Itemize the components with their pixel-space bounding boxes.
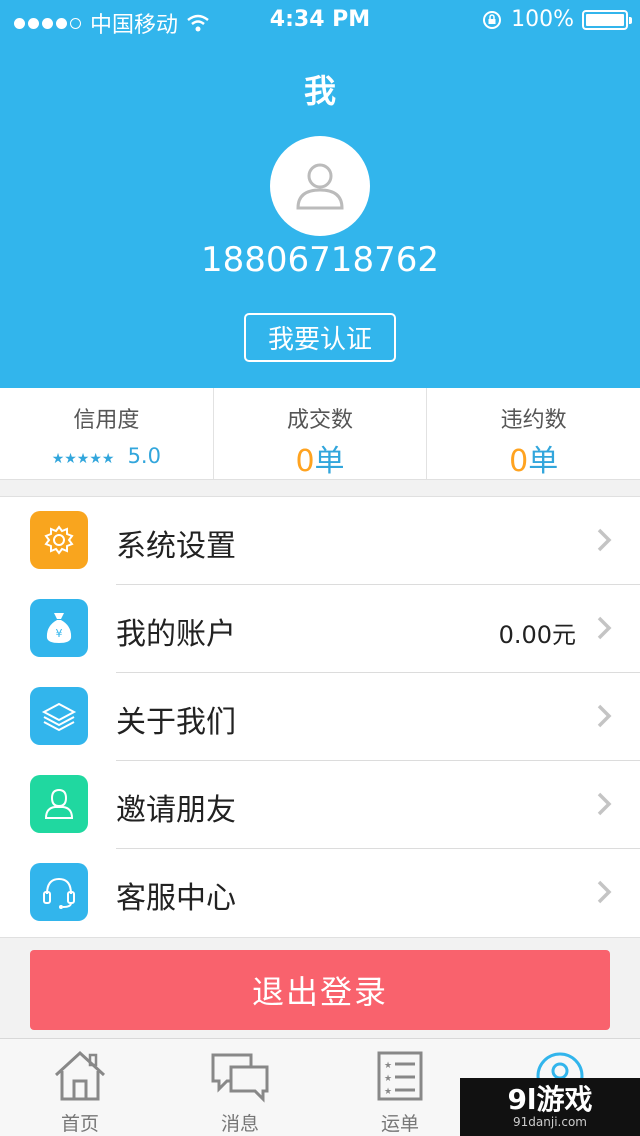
logout-button[interactable]: 退出登录 — [30, 950, 610, 1030]
stats-row: 信用度 ★★★★★ 5.0 成交数 0单 违约数 0单 — [0, 388, 640, 480]
stat-label: 信用度 — [73, 408, 140, 433]
stat-label: 违约数 — [500, 408, 567, 433]
menu-item-label: 系统设置 — [116, 529, 236, 564]
gear-icon — [30, 511, 88, 569]
battery-percent: 100% — [511, 7, 574, 32]
tab-label: 首页 — [60, 1113, 99, 1135]
menu-item-label: 关于我们 — [116, 705, 236, 740]
avatar[interactable] — [270, 136, 370, 236]
page-title: 我 — [303, 72, 336, 110]
chevron-right-icon — [597, 528, 612, 552]
star-rating-icon: ★★★★★ — [51, 451, 115, 467]
menu-item-settings[interactable]: 系统设置 — [0, 497, 640, 585]
svg-text:★: ★ — [384, 1087, 392, 1097]
chevron-right-icon — [597, 616, 612, 640]
tab-label: 消息 — [220, 1113, 259, 1135]
chat-icon — [211, 1053, 269, 1103]
user-phone: 18806718762 — [201, 240, 439, 280]
user-icon — [296, 163, 344, 210]
chevron-right-icon — [597, 792, 612, 816]
profile-header: 中国移动 4:34 PM 100% 我 18806718762 我要认证 — [0, 0, 640, 388]
headset-icon — [30, 863, 88, 921]
credit-score: 5.0 — [127, 444, 161, 468]
svg-text:¥: ¥ — [56, 627, 63, 640]
account-balance: 0.00元 — [498, 621, 576, 649]
chevron-right-icon — [597, 704, 612, 728]
home-icon — [54, 1050, 106, 1101]
tab-home[interactable]: 首页 — [0, 1039, 160, 1136]
certify-button[interactable]: 我要认证 — [244, 313, 396, 362]
list-icon: ★ ★ ★ — [377, 1051, 423, 1101]
menu-item-label: 我的账户 — [116, 617, 236, 652]
menu-item-account[interactable]: ¥ 我的账户 0.00元 — [0, 585, 640, 673]
menu-item-support[interactable]: 客服中心 — [0, 849, 640, 937]
menu-item-label: 客服中心 — [116, 881, 236, 916]
status-right: 100% — [481, 7, 632, 32]
chevron-right-icon — [597, 880, 612, 904]
site-watermark: 9l游戏 91danji.com — [460, 1078, 640, 1136]
menu-item-about[interactable]: 关于我们 — [0, 673, 640, 761]
person-icon — [30, 775, 88, 833]
credit-rating: ★★★★★ 5.0 — [0, 444, 213, 468]
rotation-lock-icon — [483, 10, 502, 29]
stat-value: 0单 — [509, 444, 559, 479]
tab-label: 运单 — [380, 1113, 419, 1135]
money-bag-icon: ¥ — [30, 599, 88, 657]
stat-breaches: 违约数 0单 — [427, 388, 640, 479]
stat-label: 成交数 — [287, 408, 354, 433]
stat-value: 0单 — [295, 444, 345, 479]
status-bar: 中国移动 4:34 PM 100% — [0, 0, 640, 40]
settings-menu: 系统设置 ¥ 我的账户 0.00元 关于我们 邀请朋友 客服中心 — [0, 496, 640, 938]
battery-icon — [582, 9, 632, 30]
svg-text:★: ★ — [384, 1061, 392, 1071]
tab-messages[interactable]: 消息 — [160, 1039, 320, 1136]
layers-icon — [30, 687, 88, 745]
svg-text:★: ★ — [384, 1074, 392, 1084]
menu-item-invite[interactable]: 邀请朋友 — [0, 761, 640, 849]
stat-deals: 成交数 0单 — [214, 388, 428, 479]
menu-item-label: 邀请朋友 — [116, 793, 236, 828]
tab-orders[interactable]: ★ ★ ★ 运单 — [320, 1039, 480, 1136]
stat-credit: 信用度 ★★★★★ 5.0 — [0, 388, 214, 479]
